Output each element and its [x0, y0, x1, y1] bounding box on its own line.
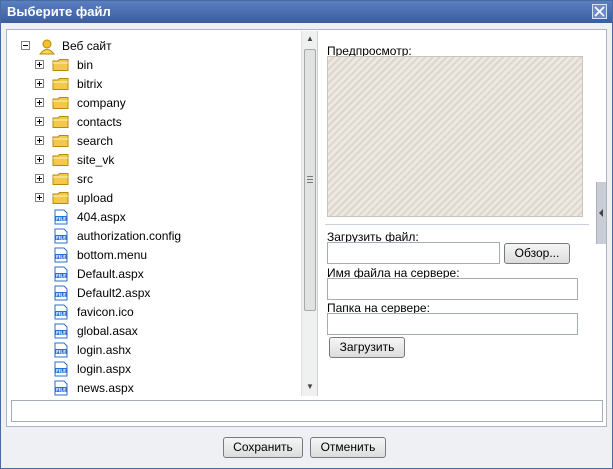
- expand-icon[interactable]: [35, 79, 44, 88]
- file-dialog: Выберите файл Веб сайт bin bitrix company co…: [0, 0, 613, 469]
- tree-file-favicon.ico[interactable]: FILE favicon.ico: [8, 303, 300, 322]
- selected-path-input[interactable]: [11, 400, 603, 422]
- tree-file-authorization.config[interactable]: FILE authorization.config: [8, 227, 300, 246]
- tree-file-global.asax[interactable]: FILE global.asax: [8, 322, 300, 341]
- file-icon-text: FILE: [56, 216, 66, 221]
- file-label: favicon.ico: [77, 305, 134, 319]
- tree-file-login.ashx[interactable]: FILE login.ashx: [8, 341, 300, 360]
- divider: [325, 224, 589, 225]
- tree-folder-bitrix[interactable]: bitrix: [8, 75, 300, 94]
- dialog-titlebar: Выберите файл: [1, 1, 612, 23]
- expand-icon[interactable]: [35, 136, 44, 145]
- folder-label: search: [77, 134, 114, 148]
- expand-icon[interactable]: [35, 193, 44, 202]
- file-icon-text: FILE: [56, 235, 66, 240]
- scroll-up-icon[interactable]: ▲: [302, 31, 317, 47]
- expand-icon[interactable]: [35, 155, 44, 164]
- dialog-content: Веб сайт bin bitrix company contacts search si…: [6, 29, 607, 427]
- grip-icon: [307, 176, 313, 185]
- save-button[interactable]: Сохранить: [223, 437, 303, 458]
- file-label: authorization.config: [77, 229, 182, 243]
- file-label: global.asax: [77, 324, 138, 338]
- cancel-button[interactable]: Отменить: [310, 437, 386, 458]
- folder-label: upload: [77, 191, 114, 205]
- folder-label: bitrix: [77, 77, 103, 91]
- collapse-arrow-icon: [599, 209, 603, 217]
- file-icon-text: FILE: [56, 311, 66, 316]
- close-icon[interactable]: [592, 4, 607, 19]
- splitter-handle[interactable]: [596, 182, 606, 244]
- folder-label: contacts: [77, 115, 122, 129]
- tree-file-Default2.aspx[interactable]: FILE Default2.aspx: [8, 284, 300, 303]
- tree-file-bottom.menu[interactable]: FILE bottom.menu: [8, 246, 300, 265]
- tree-root[interactable]: Веб сайт: [8, 37, 300, 56]
- file-label: login.aspx: [77, 362, 132, 376]
- file-icon: FILE: [53, 380, 69, 396]
- tree-file-Default.aspx[interactable]: FILE Default.aspx: [8, 265, 300, 284]
- file-icon-text: FILE: [56, 292, 66, 297]
- tree-folder-bin[interactable]: bin: [8, 56, 300, 75]
- tree-folder-contacts[interactable]: contacts: [8, 113, 300, 132]
- file-label: Default2.aspx: [77, 286, 151, 300]
- scrollbar-thumb[interactable]: [304, 49, 316, 311]
- file-label: 404.aspx: [77, 210, 126, 224]
- file-label: bottom.menu: [77, 248, 148, 262]
- file-icon-text: FILE: [56, 368, 66, 373]
- file-tree-pane: Веб сайт bin bitrix company contacts search si…: [8, 31, 318, 396]
- file-label: Default.aspx: [77, 267, 144, 281]
- tree-folder-upload[interactable]: upload: [8, 189, 300, 208]
- folder-label: src: [77, 172, 93, 186]
- expand-icon[interactable]: [35, 98, 44, 107]
- tree-folder-search[interactable]: search: [8, 132, 300, 151]
- file-icon-text: FILE: [56, 330, 66, 335]
- expand-icon[interactable]: [35, 174, 44, 183]
- collapse-icon[interactable]: [21, 41, 30, 50]
- tree-folder-company[interactable]: company: [8, 94, 300, 113]
- tree-folder-site_vk[interactable]: site_vk: [8, 151, 300, 170]
- tree-root-label: Веб сайт: [62, 39, 112, 53]
- file-icon-text: FILE: [56, 349, 66, 354]
- folder-label: company: [77, 96, 126, 110]
- tree-file-login.aspx[interactable]: FILE login.aspx: [8, 360, 300, 379]
- browse-button[interactable]: Обзор...: [504, 243, 570, 264]
- file-icon-text: FILE: [56, 273, 66, 278]
- file-icon-text: FILE: [56, 387, 66, 392]
- scroll-down-icon[interactable]: ▼: [302, 379, 317, 395]
- preview-area: [327, 56, 583, 217]
- expand-icon[interactable]: [35, 60, 44, 69]
- upload-button[interactable]: Загрузить: [329, 337, 405, 358]
- upload-file-input[interactable]: [327, 242, 500, 264]
- file-label: news.aspx: [77, 381, 134, 395]
- tree-file-news.aspx[interactable]: FILE news.aspx: [8, 379, 300, 396]
- tree-file-404.aspx[interactable]: FILE 404.aspx: [8, 208, 300, 227]
- tree-folder-src[interactable]: src: [8, 170, 300, 189]
- server-name-input[interactable]: [327, 278, 578, 300]
- folder-label: bin: [77, 58, 94, 72]
- expand-icon[interactable]: [35, 117, 44, 126]
- file-icon-text: FILE: [56, 254, 66, 259]
- file-label: login.ashx: [77, 343, 132, 357]
- folder-label: site_vk: [77, 153, 115, 167]
- dialog-title: Выберите файл: [7, 4, 111, 19]
- tree-scrollbar[interactable]: ▲ ▼: [301, 31, 317, 396]
- upload-pane: Предпросмотр: Загрузить файл: Обзор... И…: [325, 31, 595, 396]
- server-folder-input[interactable]: [327, 313, 578, 335]
